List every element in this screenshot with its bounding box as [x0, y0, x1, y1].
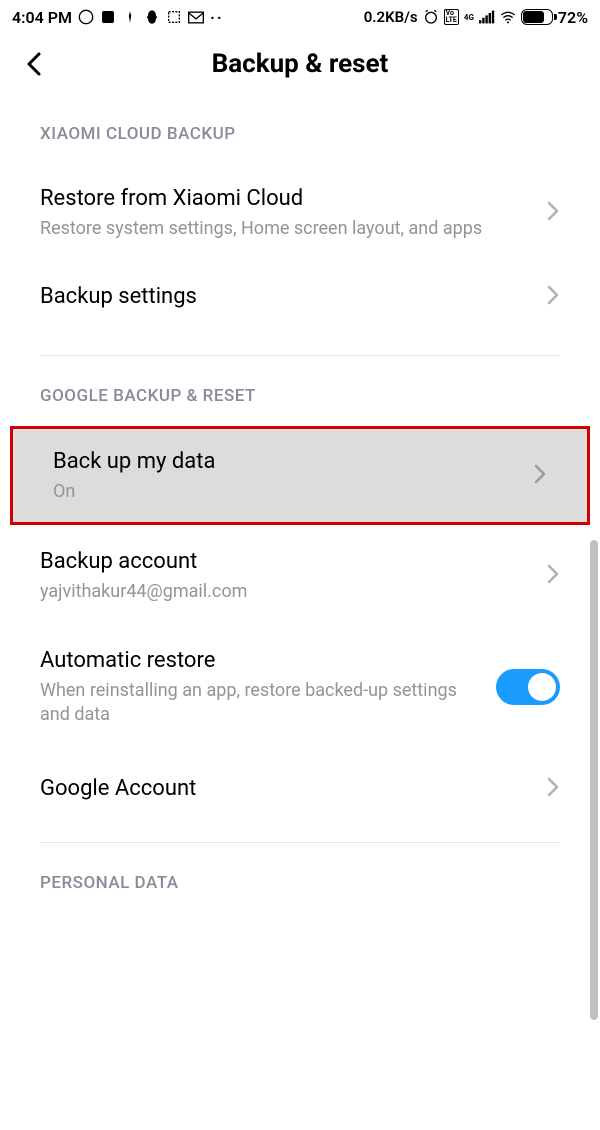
page-title: Backup & reset: [212, 49, 389, 79]
backup-my-data-item[interactable]: Back up my data On: [10, 426, 590, 525]
automatic-restore-subtitle: When reinstalling an app, restore backed…: [40, 679, 484, 728]
automatic-restore-item[interactable]: Automatic restore When reinstalling an a…: [0, 622, 600, 745]
backup-settings-item[interactable]: Backup settings: [0, 259, 600, 335]
automatic-restore-title: Automatic restore: [40, 646, 484, 677]
chevron-right-icon: [546, 200, 560, 226]
network-4g-icon: 4G: [464, 9, 474, 25]
scroll-indicator[interactable]: [590, 540, 598, 1020]
status-right: 0.2KB/s VoLTE 4G 72%: [364, 8, 588, 27]
automatic-restore-toggle[interactable]: [496, 669, 560, 705]
divider: [40, 842, 560, 843]
google-account-item[interactable]: Google Account: [0, 746, 600, 823]
data-rate: 0.2KB/s: [364, 8, 418, 26]
divider: [40, 355, 560, 356]
section-header-personal: PERSONAL DATA: [0, 863, 600, 903]
backup-account-subtitle: yajvithakur44@gmail.com: [40, 580, 534, 604]
status-time: 4:04 PM: [12, 8, 72, 27]
wifi-icon: [500, 9, 516, 25]
restore-xiaomi-subtitle: Restore system settings, Home screen lay…: [40, 217, 534, 241]
more-icon: ··: [210, 8, 224, 27]
restore-xiaomi-cloud-item[interactable]: Restore from Xiaomi Cloud Restore system…: [0, 154, 600, 259]
backup-my-data-subtitle: On: [53, 480, 521, 504]
chevron-right-icon: [546, 563, 560, 589]
google-account-title: Google Account: [40, 774, 534, 805]
app-icon: [100, 9, 116, 25]
battery-percent: 72%: [558, 8, 588, 27]
chevron-right-icon: [533, 463, 547, 489]
backup-account-item[interactable]: Backup account yajvithakur44@gmail.com: [0, 525, 600, 622]
status-left: 4:04 PM ··: [12, 8, 224, 27]
back-button[interactable]: [20, 50, 48, 78]
chevron-right-icon: [546, 284, 560, 310]
gmail-icon: [188, 9, 204, 25]
battery-icon: [521, 9, 553, 25]
restore-xiaomi-title: Restore from Xiaomi Cloud: [40, 184, 534, 215]
status-bar: 4:04 PM ·· 0.2KB/s VoLTE 4G: [0, 0, 600, 34]
section-header-xiaomi: XIAOMI CLOUD BACKUP: [0, 100, 600, 154]
chevron-right-icon: [546, 776, 560, 802]
backup-account-title: Backup account: [40, 547, 534, 578]
backup-settings-title: Backup settings: [40, 282, 534, 313]
section-header-google: GOOGLE BACKUP & RESET: [0, 376, 600, 416]
tiktok-icon: [122, 9, 138, 25]
whatsapp-icon: [78, 9, 94, 25]
back-icon: [25, 50, 43, 78]
signal-icon: [479, 9, 495, 25]
backup-my-data-title: Back up my data: [53, 447, 521, 478]
screenshot-icon: [166, 9, 182, 25]
header: Backup & reset: [0, 34, 600, 100]
volte-icon: VoLTE: [444, 9, 459, 25]
alarm-icon: [423, 9, 439, 25]
snapchat-icon: [144, 9, 160, 25]
